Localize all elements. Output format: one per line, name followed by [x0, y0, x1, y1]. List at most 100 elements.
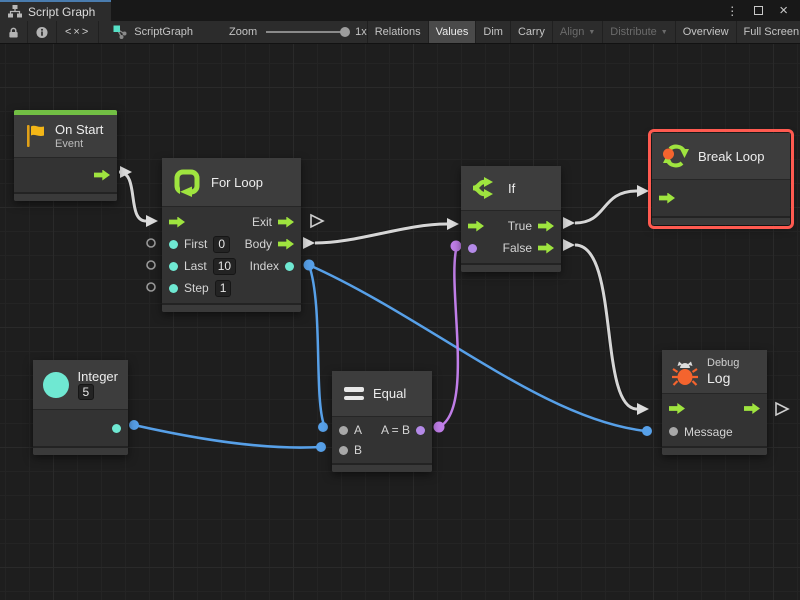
- node-ports: A A = B B: [332, 417, 432, 463]
- node-footer: [162, 303, 301, 312]
- break-loop-icon: [662, 143, 689, 169]
- align-dropdown[interactable]: Align▼: [552, 21, 602, 43]
- true-port-label: True: [508, 219, 532, 233]
- node-header: Equal: [332, 371, 432, 417]
- node-header: Break Loop: [652, 133, 790, 180]
- b-port-label: B: [354, 443, 362, 457]
- flag-icon: [24, 123, 46, 149]
- kebab-menu-icon[interactable]: ⋮: [726, 4, 738, 18]
- info-icon: [36, 26, 48, 39]
- node-footer: [652, 216, 790, 225]
- relations-toggle[interactable]: Relations: [367, 21, 428, 43]
- step-value-field[interactable]: 1: [215, 280, 232, 297]
- node-title: On Start: [55, 122, 103, 137]
- node-header: For Loop: [162, 158, 301, 207]
- node-ports: Message: [662, 394, 767, 446]
- node-header: On Start Event: [14, 115, 117, 158]
- fullscreen-button[interactable]: Full Screen: [736, 21, 800, 43]
- flow-input-port[interactable]: [669, 403, 685, 414]
- window-controls: ⋮ ×: [726, 0, 800, 21]
- body-output-port[interactable]: [278, 239, 294, 250]
- node-break-loop[interactable]: Break Loop: [652, 133, 790, 225]
- node-header: Debug Log: [662, 350, 767, 394]
- code-view-button[interactable]: <×>: [57, 21, 99, 43]
- node-ports: [652, 180, 790, 216]
- node-equal[interactable]: Equal A A = B B: [332, 371, 432, 472]
- node-ports: True False: [461, 211, 561, 263]
- graph-canvas[interactable]: [0, 44, 800, 600]
- true-output-port[interactable]: [538, 221, 554, 232]
- tab-bar: Script Graph ⋮ ×: [0, 0, 800, 21]
- toolbar-toggles: Relations Values Dim Carry Align▼ Distri…: [367, 21, 800, 43]
- info-button[interactable]: [28, 21, 57, 43]
- bug-icon: [672, 358, 698, 386]
- false-port-label: False: [503, 241, 532, 255]
- values-toggle[interactable]: Values: [428, 21, 476, 43]
- node-on-start[interactable]: On Start Event: [14, 110, 117, 201]
- node-footer: [33, 446, 128, 455]
- zoom-slider-handle[interactable]: [340, 27, 350, 37]
- message-input-port[interactable]: [669, 427, 678, 436]
- zoom-value: 1x: [355, 26, 367, 38]
- code-view-icon: <×>: [65, 26, 90, 38]
- node-integer-literal[interactable]: Integer 5: [33, 360, 128, 455]
- lock-button[interactable]: [0, 21, 28, 43]
- node-title: Equal: [373, 386, 406, 401]
- branch-icon: [471, 175, 499, 201]
- node-ports: [33, 410, 128, 446]
- node-header: Integer 5: [33, 360, 128, 410]
- index-port-label: Index: [250, 259, 279, 273]
- graph-tab-icon: [8, 5, 22, 18]
- tab-label: Script Graph: [28, 5, 95, 19]
- node-for-loop[interactable]: For Loop Exit First0 Body Last10 Index S…: [162, 158, 301, 312]
- last-input-port[interactable]: [169, 262, 178, 271]
- false-output-port[interactable]: [538, 243, 554, 254]
- b-input-port[interactable]: [339, 446, 348, 455]
- result-output-port[interactable]: [416, 426, 425, 435]
- overview-button[interactable]: Overview: [675, 21, 736, 43]
- node-footer: [332, 463, 432, 472]
- node-title: For Loop: [211, 175, 263, 190]
- node-title: Break Loop: [698, 149, 765, 164]
- integer-type-icon: [43, 372, 69, 398]
- chevron-down-icon: ▼: [588, 29, 595, 36]
- dim-toggle[interactable]: Dim: [475, 21, 510, 43]
- node-title: Log: [707, 370, 739, 386]
- node-footer: [14, 192, 117, 201]
- distribute-dropdown[interactable]: Distribute▼: [602, 21, 674, 43]
- node-if[interactable]: If True False: [461, 166, 561, 272]
- tab-script-graph[interactable]: Script Graph: [0, 0, 111, 21]
- integer-value-field[interactable]: 5: [78, 384, 95, 400]
- first-input-port[interactable]: [169, 240, 178, 249]
- a-input-port[interactable]: [339, 426, 348, 435]
- close-icon[interactable]: ×: [779, 6, 788, 16]
- maximize-icon[interactable]: [754, 6, 763, 15]
- node-header: If: [461, 166, 561, 211]
- node-category: Debug: [707, 357, 739, 369]
- carry-toggle[interactable]: Carry: [510, 21, 552, 43]
- loop-icon: [172, 167, 202, 197]
- zoom-slider[interactable]: [266, 31, 346, 33]
- integer-output-port[interactable]: [112, 424, 121, 433]
- condition-input-port[interactable]: [468, 244, 477, 253]
- index-output-port[interactable]: [285, 262, 294, 271]
- flow-input-port[interactable]: [468, 221, 484, 232]
- script-graph-window: Script Graph ⋮ × <×> ScriptGraph Zoom 1x…: [0, 0, 800, 600]
- flow-output-port[interactable]: [94, 170, 110, 181]
- body-port-label: Body: [245, 237, 272, 251]
- last-value-field[interactable]: 10: [213, 258, 236, 275]
- step-port-label: Step: [184, 281, 209, 295]
- exit-output-port[interactable]: [278, 217, 294, 228]
- node-ports: [14, 158, 117, 192]
- node-debug-log[interactable]: Debug Log Message: [662, 350, 767, 455]
- equals-icon: [344, 387, 364, 400]
- first-value-field[interactable]: 0: [213, 236, 230, 253]
- node-title: Integer: [78, 369, 118, 384]
- node-subtitle: Event: [55, 138, 103, 150]
- step-input-port[interactable]: [169, 284, 178, 293]
- graph-breadcrumb[interactable]: ScriptGraph: [99, 21, 203, 43]
- flow-output-port[interactable]: [744, 403, 760, 414]
- zoom-control: Zoom 1x: [229, 21, 367, 43]
- flow-input-port[interactable]: [659, 193, 675, 204]
- flow-input-port[interactable]: [169, 217, 185, 228]
